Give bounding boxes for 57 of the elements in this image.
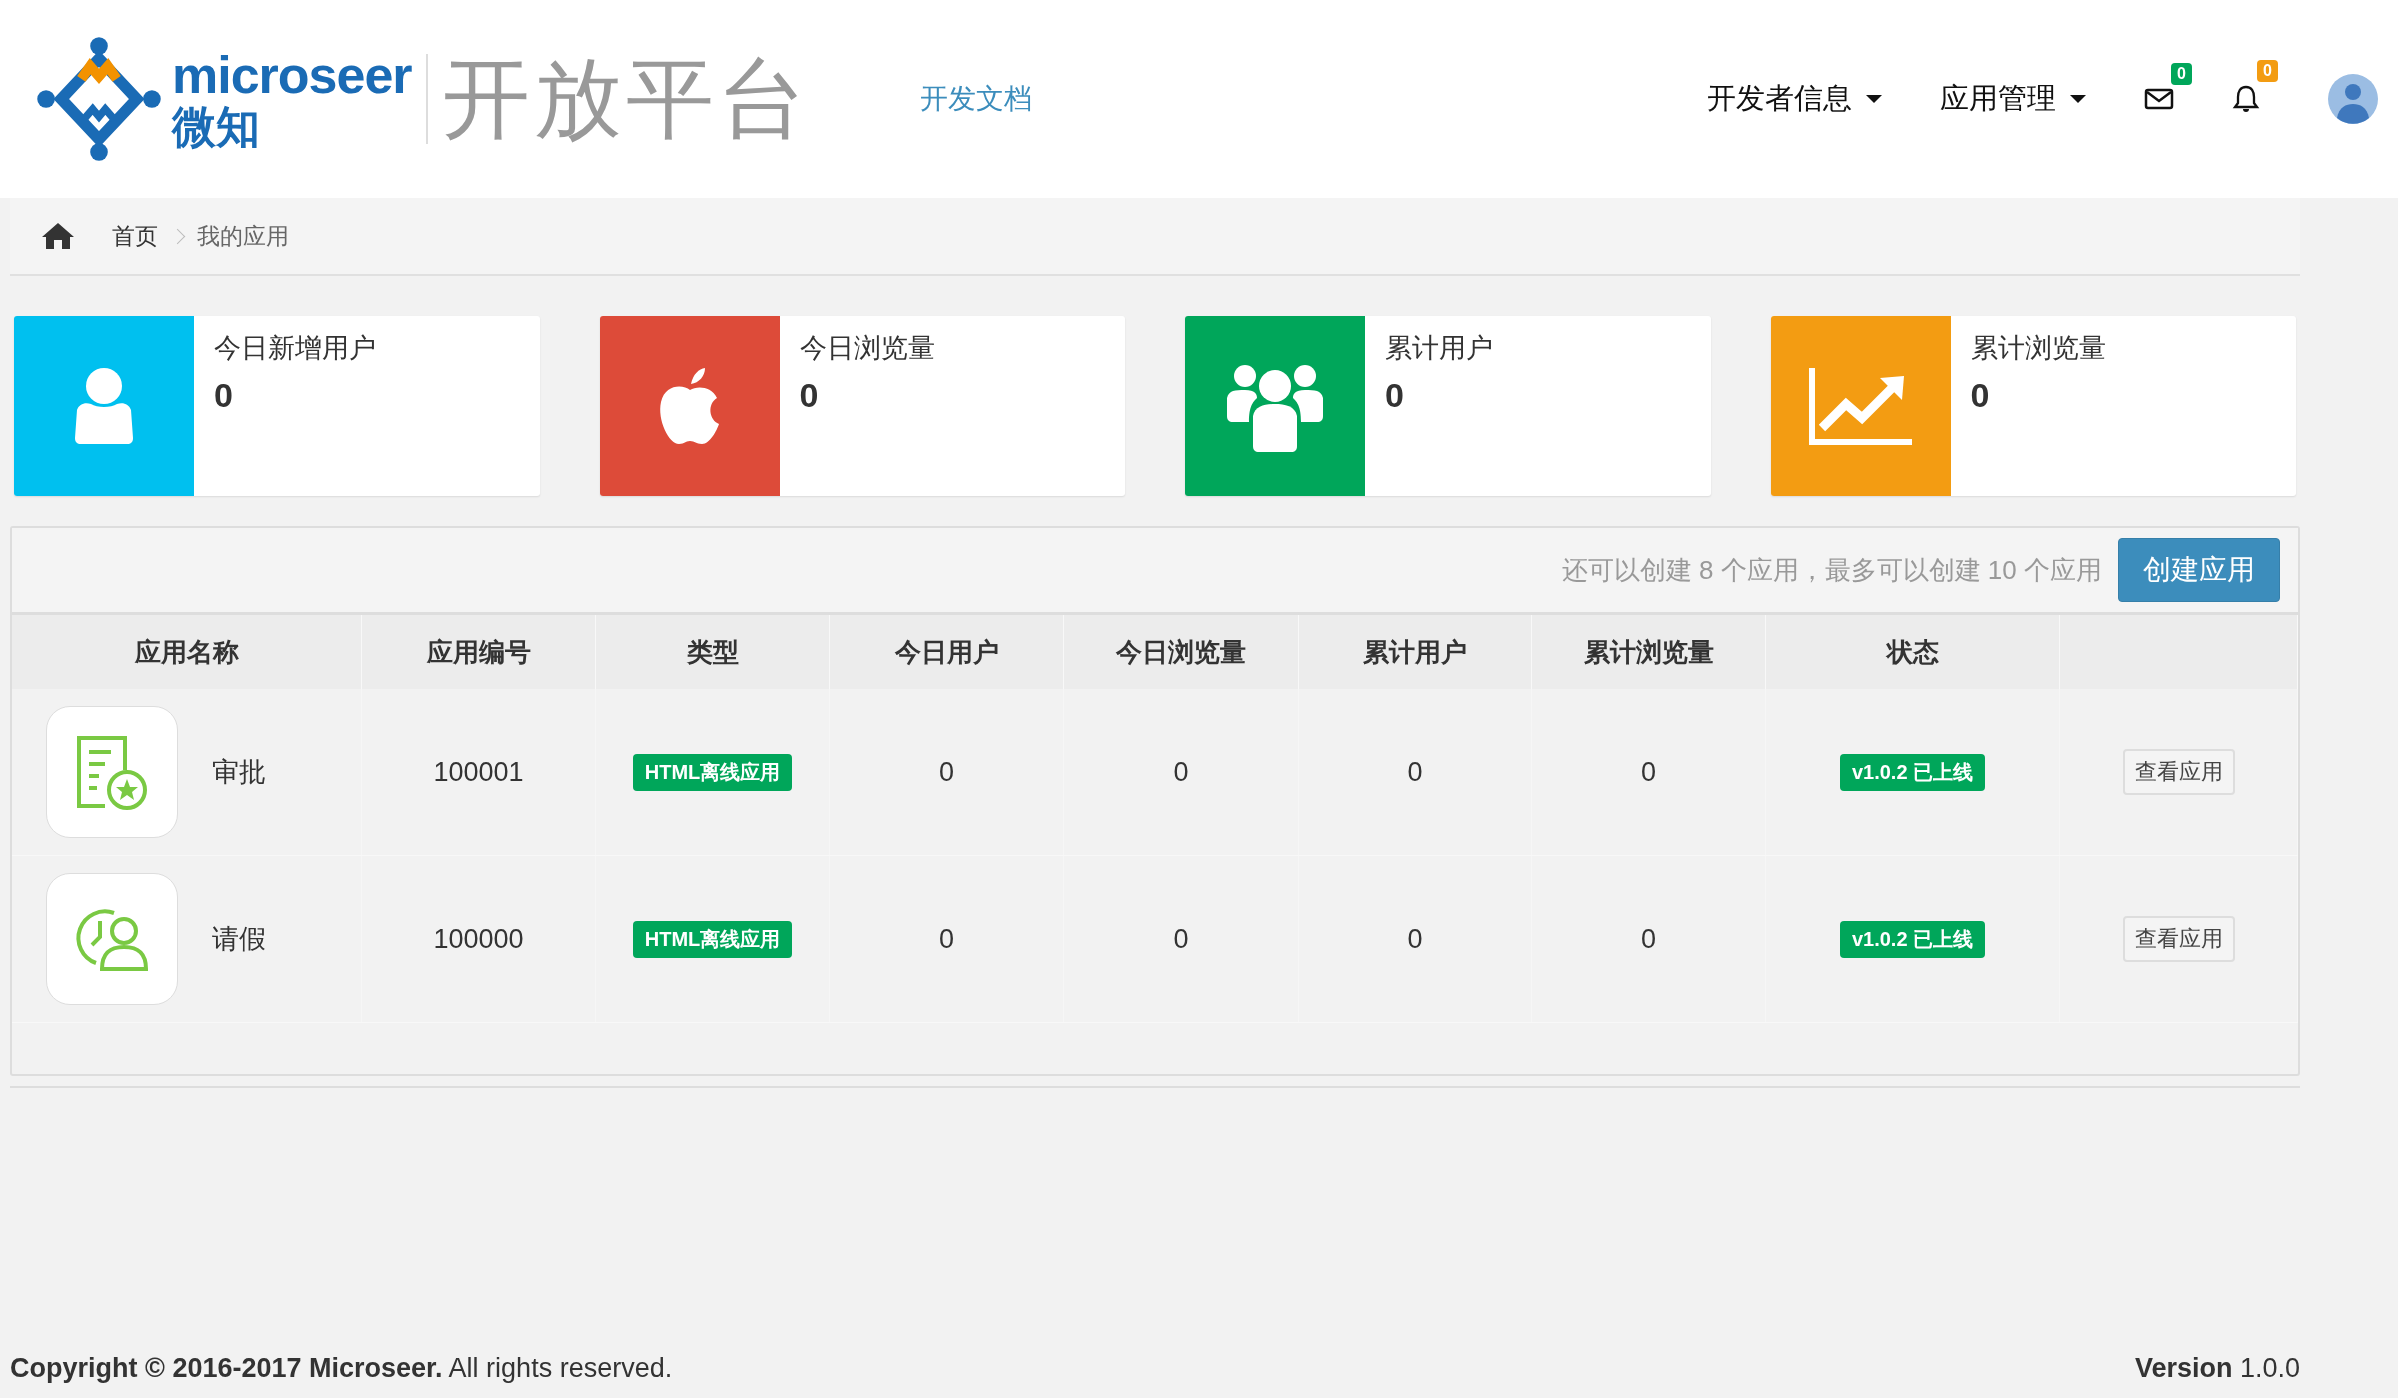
stat-label: 累计用户	[1385, 332, 1493, 365]
table-cell: 100000	[362, 856, 596, 1022]
table-cell: 0	[830, 856, 1064, 1022]
create-app-button[interactable]: 创建应用	[2118, 538, 2280, 602]
count-badge: 0	[2257, 60, 2278, 82]
table-cell: 0	[830, 689, 1064, 855]
logo-wordmark: microseer	[172, 49, 412, 101]
mail-icon[interactable]	[2144, 87, 2174, 111]
stat-value: 0	[799, 376, 820, 415]
table-cell: 0	[1532, 689, 1766, 855]
stat-label: 今日新增用户	[214, 332, 376, 365]
table-cell: 100001	[362, 689, 596, 855]
avatar-icon[interactable]	[2328, 74, 2378, 124]
column-header: 类型	[596, 615, 830, 689]
view-app-button[interactable]: 查看应用	[2122, 749, 2235, 795]
breadcrumb-link[interactable]: 首页	[112, 220, 158, 252]
stat-label: 今日浏览量	[799, 332, 935, 365]
caret-icon	[1866, 95, 1882, 103]
column-header: 今日浏览量	[1064, 615, 1299, 689]
table-cell: 0	[1064, 856, 1299, 1022]
dropdown-menu[interactable]: 开发者信息	[1707, 79, 1882, 119]
table-cell: 0	[1064, 689, 1299, 855]
platform-title: 开放平台	[441, 47, 810, 150]
logo-subtitle: 微知	[172, 105, 261, 149]
dropdown-menu[interactable]: 应用管理	[1940, 79, 2086, 119]
logo-icon	[36, 36, 162, 162]
docs-link[interactable]: 开发文档	[919, 80, 1032, 118]
status-tag: v1.0.2 已上线	[1839, 920, 1986, 958]
document-star-icon	[75, 734, 149, 810]
quota-hint: 还可以创建 8 个应用，最多可以创建 10 个应用	[1561, 553, 2102, 587]
column-header: 应用编号	[362, 615, 596, 689]
stat-value: 0	[1970, 376, 1991, 415]
app-type-tag: HTML离线应用	[632, 920, 793, 958]
breadcrumb-link[interactable]: 我的应用	[197, 220, 289, 252]
caret-icon	[2070, 95, 2086, 103]
app-name: 请假	[212, 923, 266, 956]
app-type-tag: HTML离线应用	[632, 753, 793, 791]
app-name: 审批	[212, 756, 266, 789]
table-cell: 0	[1299, 856, 1532, 1022]
stat-value: 0	[214, 376, 234, 415]
line-chart-icon	[1807, 366, 1914, 446]
count-badge: 0	[2171, 63, 2192, 85]
column-header: 应用名称	[12, 615, 362, 689]
column-header: 状态	[1766, 615, 2060, 689]
table-cell: 0	[1532, 856, 1766, 1022]
version-text: Version 1.0.0	[2134, 1353, 2300, 1384]
stat-label: 累计浏览量	[1970, 332, 2106, 365]
status-tag: v1.0.2 已上线	[1839, 753, 1986, 791]
home-icon[interactable]	[40, 221, 76, 251]
column-header: 累计浏览量	[1532, 615, 1766, 689]
stat-value: 0	[1385, 376, 1405, 415]
column-header: 累计用户	[1299, 615, 1532, 689]
copyright-text: Copyright © 2016-2017 Microseer. All rights reserved.	[10, 1353, 673, 1384]
column-header: 今日用户	[830, 615, 1064, 689]
view-app-button[interactable]: 查看应用	[2122, 916, 2235, 962]
table-cell: 0	[1299, 689, 1532, 855]
bell-icon[interactable]	[2232, 84, 2260, 114]
